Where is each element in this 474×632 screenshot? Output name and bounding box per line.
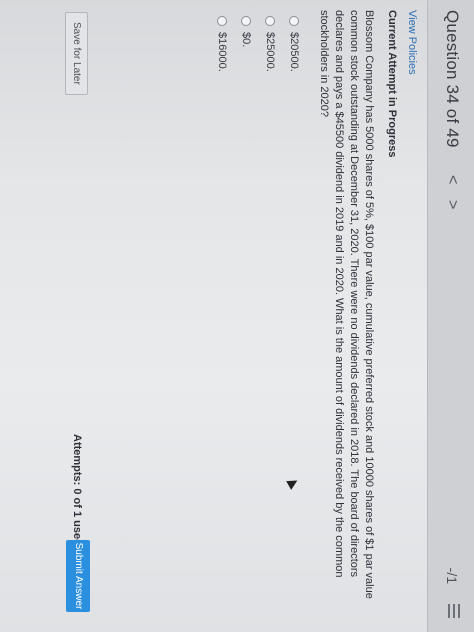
- list-icon[interactable]: [448, 604, 460, 618]
- answer-label: $0.: [240, 32, 252, 48]
- previous-question-button[interactable]: <: [443, 175, 461, 184]
- photo-frame: Question 34 of 49 < > -/1 View Policies …: [0, 0, 474, 632]
- question-text: Blossom Company has 5000 shares of 5%, $…: [318, 10, 375, 599]
- view-policies-link[interactable]: View Policies: [406, 10, 418, 75]
- answer-option[interactable]: $0.: [234, 10, 258, 72]
- attempt-status-heading: Current Attempt in Progress: [386, 10, 398, 158]
- question-header: Question 34 of 49 < > -/1: [427, 0, 474, 632]
- answer-label: $16000.: [216, 32, 228, 72]
- mouse-cursor-icon: [286, 476, 300, 490]
- answer-label: $25000.: [264, 32, 276, 72]
- radio-button[interactable]: [217, 16, 227, 26]
- radio-button[interactable]: [241, 16, 251, 26]
- attempts-counter: Attempts: 0 of 1 used: [71, 434, 83, 546]
- radio-button[interactable]: [289, 16, 299, 26]
- answer-option[interactable]: $16000.: [210, 10, 234, 72]
- next-question-button[interactable]: >: [443, 200, 461, 209]
- question-counter: Question 34 of 49: [443, 10, 462, 148]
- save-for-later-button[interactable]: Save for Later: [65, 12, 88, 95]
- radio-button[interactable]: [265, 16, 275, 26]
- score-display: -/1: [444, 567, 460, 584]
- submit-answer-button[interactable]: Submit Answer: [66, 540, 90, 612]
- answer-option[interactable]: $25000.: [258, 10, 282, 72]
- quiz-screen: Question 34 of 49 < > -/1 View Policies …: [0, 0, 474, 632]
- answer-label: $20500.: [288, 32, 300, 72]
- answer-option[interactable]: $20500.: [282, 10, 306, 72]
- answer-options: $20500. $25000. $0. $16000.: [210, 10, 306, 72]
